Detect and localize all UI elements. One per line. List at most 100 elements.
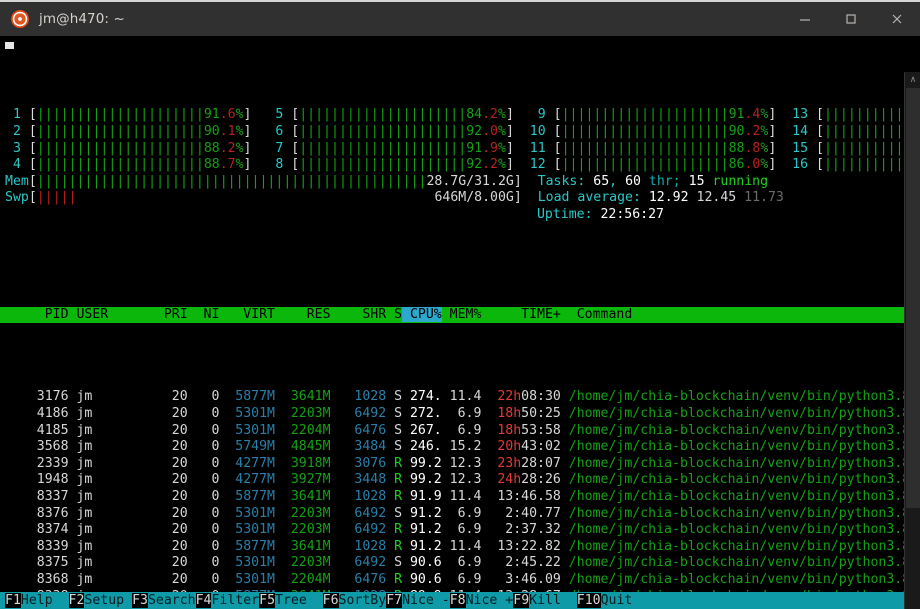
- column-header-shr[interactable]: SHR: [331, 307, 386, 322]
- fkey-f10-key[interactable]: F10: [576, 593, 601, 608]
- table-row[interactable]: 8374 jm 20 0 5301M 2203M 6492 R 91.2 6.9…: [0, 522, 920, 539]
- fkey-f5-label[interactable]: Tree: [275, 593, 323, 608]
- cell-mem: 11.4: [441, 389, 482, 405]
- cpu-meter-row: 3 [|||||||||||||||||||||88.2%] 7 [||||||…: [0, 140, 920, 158]
- fkey-f3-key[interactable]: F3: [132, 593, 148, 608]
- fkey-f2-label[interactable]: Setup: [84, 593, 133, 608]
- scrollbar-thumb[interactable]: [906, 88, 920, 508]
- cell-pid: 8368: [5, 572, 69, 587]
- terminal-scrollbar[interactable]: ∧ ∨: [904, 72, 920, 609]
- cell-time: 23h28:07: [497, 455, 561, 471]
- cell-user: jm: [68, 406, 156, 422]
- process-table-header[interactable]: PID USER PRI NI VIRT RES SHR S CPU% MEM%…: [0, 306, 904, 324]
- column-header-res[interactable]: RES: [275, 307, 331, 322]
- cell-virt: 5877M: [219, 538, 275, 554]
- cell-time: 3:46.09: [505, 572, 561, 587]
- column-header-cpu[interactable]: CPU%: [402, 306, 442, 322]
- cell-pri: 20: [155, 472, 188, 488]
- window-title-bar[interactable]: jm@h470: ~: [0, 0, 920, 36]
- cell-pid: 3176: [5, 389, 69, 405]
- fkey-f9-key[interactable]: F9: [513, 593, 530, 608]
- maximize-button[interactable]: [828, 1, 874, 37]
- cell-time: 13:22.82: [497, 538, 561, 554]
- cell-user: jm: [68, 505, 156, 521]
- cell-res: 3641M: [274, 389, 331, 405]
- scroll-up-arrow-icon[interactable]: ∧: [905, 72, 920, 88]
- table-row[interactable]: 8376 jm 20 0 5301M 2203M 6492 S 91.2 6.9…: [0, 505, 920, 523]
- table-row[interactable]: 3568 jm 20 0 5749M 4845M 3484 S 246. 15.…: [0, 439, 920, 456]
- column-header-user[interactable]: USER: [69, 307, 156, 322]
- table-row[interactable]: 2339 jm 20 0 4277M 3918M 3076 R 99.2 12.…: [0, 455, 920, 473]
- table-row[interactable]: 8368 jm 20 0 5301M 2204M 6476 R 90.6 6.9…: [0, 572, 920, 589]
- fkey-f5-key[interactable]: F5: [259, 593, 276, 608]
- cell-shr: 6476: [330, 422, 387, 438]
- column-header-virt[interactable]: VIRT: [219, 307, 275, 322]
- fkey-f4-key[interactable]: F4: [195, 593, 212, 608]
- cell-pri: 20: [155, 422, 188, 438]
- cell-command: /home/jm/chia-blockchain/venv/bin/python…: [560, 489, 920, 505]
- fkey-bar-filler: [648, 593, 887, 608]
- cell-mem: 12.3: [441, 455, 482, 471]
- fkey-f7-key[interactable]: F7: [386, 593, 403, 608]
- column-header-time[interactable]: TIME+: [481, 307, 561, 322]
- fkey-f6-label[interactable]: SortBy: [338, 593, 387, 608]
- fkey-f7-label[interactable]: Nice -: [402, 593, 450, 608]
- fkey-f1-label[interactable]: Help: [20, 593, 69, 608]
- cell-res: 2203M: [274, 555, 331, 571]
- cell-virt: 5301M: [219, 572, 275, 587]
- fkey-f2-key[interactable]: F2: [68, 593, 85, 608]
- cell-time: 22h08:30: [497, 389, 561, 405]
- cell-virt: 4277M: [219, 455, 275, 471]
- fkey-f3-label[interactable]: Search: [147, 593, 196, 608]
- fkey-f10-label[interactable]: Quit: [600, 593, 649, 608]
- column-header-command[interactable]: Command: [561, 307, 633, 322]
- cell-mem: 6.9: [441, 505, 482, 521]
- fkey-f8-key[interactable]: F8: [449, 593, 466, 608]
- cell-pri: 20: [155, 406, 188, 422]
- cell-time: 2:45.22: [505, 555, 561, 571]
- terminal-area[interactable]: 1 [|||||||||||||||||||||91.6%] 5 [||||||…: [0, 36, 920, 609]
- column-header-pri[interactable]: PRI: [156, 307, 188, 322]
- cell-cpu: 99.2: [402, 455, 442, 471]
- table-row[interactable]: 8339 jm 20 0 5877M 3641M 1028 R 91.2 11.…: [0, 538, 920, 556]
- table-row[interactable]: 4186 jm 20 0 5301M 2203M 6492 S 272. 6.9…: [0, 406, 920, 423]
- table-row[interactable]: 4185 jm 20 0 5301M 2204M 6476 S 267. 6.9…: [0, 422, 920, 440]
- cpu-meter-5: 5 [|||||||||||||||||||||84.2%]: [267, 107, 514, 123]
- column-header-state[interactable]: S: [386, 307, 402, 322]
- function-key-bar[interactable]: F1Help F2Setup F3SearchF4FilterF5Tree F6…: [0, 592, 904, 609]
- fkey-f1-key[interactable]: F1: [5, 593, 21, 608]
- cell-user: jm: [68, 455, 156, 471]
- column-headers: PID USER PRI NI VIRT RES SHR S CPU% MEM%…: [0, 306, 920, 322]
- uptime: Uptime: 22:56:27: [536, 206, 665, 222]
- cell-shr: 1028: [330, 389, 387, 405]
- cell-ni: 0: [187, 572, 220, 587]
- table-row[interactable]: 8375 jm 20 0 5301M 2203M 6492 S 90.6 6.9…: [0, 555, 920, 572]
- cell-ni: 0: [187, 455, 220, 471]
- cell-shr: 3484: [330, 439, 387, 455]
- fkey-f6-key[interactable]: F6: [322, 593, 339, 608]
- cell-command: /home/jm/chia-blockchain/venv/bin/python…: [560, 455, 920, 471]
- table-row[interactable]: 8337 jm 20 0 5877M 3641M 1028 R 91.9 11.…: [0, 489, 920, 506]
- cpu-meter-8: 8 [|||||||||||||||||||||92.2%]: [267, 157, 514, 173]
- fkey-f9-label[interactable]: Kill: [529, 593, 577, 608]
- table-row[interactable]: 1948 jm 20 0 4277M 3927M 3448 R 99.2 12.…: [0, 472, 920, 489]
- cell-command: /home/jm/chia-blockchain/venv/bin/python…: [560, 522, 920, 538]
- cell-mem: 6.9: [441, 572, 482, 587]
- cpu-meter-6: 6 [|||||||||||||||||||||92.0%]: [267, 123, 514, 139]
- cpu-meter-3: 3 [|||||||||||||||||||||88.2%]: [5, 140, 252, 156]
- fkey-f4-label[interactable]: Filter: [211, 593, 260, 608]
- cell-ni: 0: [187, 522, 220, 538]
- column-header-ni[interactable]: NI: [188, 307, 220, 322]
- memory-meter-row: Mem[||||||||||||||||||||||||||||||||||||…: [0, 174, 904, 191]
- minimize-button[interactable]: [782, 1, 828, 37]
- cell-pid: 8339: [5, 538, 69, 554]
- column-header-pid[interactable]: PID: [5, 307, 69, 322]
- column-header-mem[interactable]: MEM%: [442, 307, 482, 322]
- cell-pri: 20: [155, 572, 188, 587]
- cpu-meter-1: 1 [|||||||||||||||||||||91.6%]: [5, 107, 252, 123]
- table-row[interactable]: 3176 jm 20 0 5877M 3641M 1028 S 274. 11.…: [0, 389, 920, 406]
- fkey-f8-label[interactable]: Nice +: [465, 593, 514, 608]
- cell-user: jm: [68, 555, 156, 571]
- close-button[interactable]: [874, 1, 920, 37]
- cpu-meter-10: 10 [|||||||||||||||||||||90.2%]: [529, 123, 777, 139]
